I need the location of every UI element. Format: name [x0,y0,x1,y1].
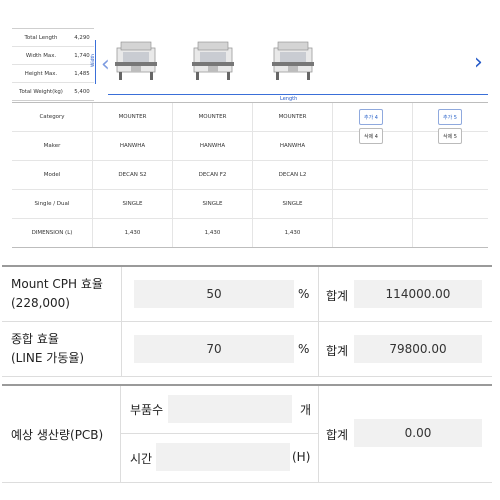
mount-label-line-2: (228,000) [11,296,70,310]
machine-image-decan-l2 [272,41,314,80]
divider [120,386,121,482]
grid-row: DIMENSION (L) 1,430 1,430 1,430 [12,219,488,247]
spec-row: Height Max. 1,485 [12,65,94,83]
total-label-line-1: 종합 효율 [11,332,59,346]
total-sum-value: 79800.00 [354,335,482,363]
parts-count-input[interactable] [168,395,292,423]
spec-label: Height Max. [24,70,58,77]
machine-image-decan-f2 [192,41,234,80]
delete-4-button[interactable]: 삭제 4 [359,128,383,144]
grid-cell: DECAN L2 [253,161,333,189]
pcb-sum-label: 합계 [326,428,349,442]
spec-label: Total Weight(kg) [19,88,63,95]
machine-spec-grid: Category MOUNTER MOUNTER MOUNTER Maker H… [12,102,488,248]
pcb-sum-value: 0.00 [354,419,482,447]
total-efficiency-row: 종합 효율 (LINE 가동율) 70 % 합계 79800.00 [2,322,492,377]
grid-cell: HANWHA [173,132,253,160]
parts-label: 부품수 [130,403,164,417]
grid-cell: SINGLE [253,190,333,218]
width-label: Width [91,53,96,67]
grid-cell: 1,430 [93,219,173,247]
mount-unit: % [298,287,310,301]
grid-cell: 1,430 [173,219,253,247]
divider [318,322,319,376]
grid-cell: MOUNTER [173,103,253,131]
spec-row: Total Length 4,290 [12,29,94,47]
mount-efficiency-row: Mount CPH 효율 (228,000) 50 % 합계 114000.00 [2,267,492,322]
grid-cell: MOUNTER [253,103,333,131]
time-input[interactable] [156,443,290,471]
total-label-line-2: (LINE 가동율) [11,351,85,365]
mount-sum-value: 114000.00 [354,280,482,308]
grid-row: Single / Dual SINGLE SINGLE SINGLE [12,190,488,219]
divider [120,433,318,434]
delete-5-button[interactable]: 삭제 5 [438,128,462,144]
parts-unit: 개 [300,403,312,417]
divider [318,267,319,321]
grid-cell-empty [333,219,413,247]
time-unit: (H) [292,450,311,464]
spec-label: Width Max. [25,52,57,59]
total-unit: % [298,342,310,356]
grid-cell: SINGLE [93,190,173,218]
grid-row-label: Maker [12,132,93,160]
pcb-label: 예상 생산량(PCB) [11,428,104,442]
spec-value: 4,290 [70,34,94,41]
time-label: 시간 [130,452,153,466]
grid-cell-empty [333,190,413,218]
carousel-prev-icon[interactable]: ‹ [101,52,110,77]
mount-efficiency-label: Mount CPH 효율 (228,000) [2,267,122,321]
total-efficiency-input[interactable]: 70 [134,335,294,363]
total-efficiency-label: 종합 효율 (LINE 가동율) [2,322,122,376]
spec-table: Total Length 4,290 Width Max. 1,740 Heig… [12,28,94,101]
machine-image-decan-s2 [115,41,157,80]
mount-label-line-1: Mount CPH 효율 [11,277,103,291]
add-5-button[interactable]: 추가 5 [438,109,462,125]
spec-value: 5,400 [70,88,94,95]
grid-cell: SINGLE [173,190,253,218]
mount-efficiency-input[interactable]: 50 [134,280,294,308]
grid-cell: HANWHA [253,132,333,160]
grid-cell: 1,430 [253,219,333,247]
divider [318,386,319,482]
spec-row: Total Weight(kg) 5,400 [12,83,94,100]
efficiency-table: Mount CPH 효율 (228,000) 50 % 합계 114000.00… [2,265,492,377]
grid-cell: HANWHA [93,132,173,160]
grid-cell: DECAN F2 [173,161,253,189]
carousel-next-icon[interactable]: › [474,50,483,75]
grid-cell-empty [413,190,488,218]
grid-cell: MOUNTER [93,103,173,131]
mount-sum-label: 합계 [326,289,349,303]
grid-row-label: Category [12,103,93,131]
grid-row-label: Single / Dual [12,190,93,218]
total-sum-label: 합계 [326,344,349,358]
grid-cell: DECAN S2 [93,161,173,189]
add-4-button[interactable]: 추가 4 [359,109,383,125]
spec-row: Width Max. 1,740 [12,47,94,65]
grid-cell-empty [413,161,488,189]
spec-label: Total Length [24,34,58,41]
pcb-production-table: 예상 생산량(PCB) 부품수 개 시간 (H) 합계 0.00 [2,384,492,483]
grid-cell-empty [333,161,413,189]
grid-row-label: Model [12,161,93,189]
spec-value: 1,485 [70,70,94,77]
grid-cell-empty [413,219,488,247]
grid-row: Maker HANWHA HANWHA HANWHA [12,132,488,161]
grid-row: Model DECAN S2 DECAN F2 DECAN L2 [12,161,488,190]
grid-row: Category MOUNTER MOUNTER MOUNTER [12,103,488,132]
length-line [108,94,488,95]
grid-row-label: DIMENSION (L) [12,219,93,247]
